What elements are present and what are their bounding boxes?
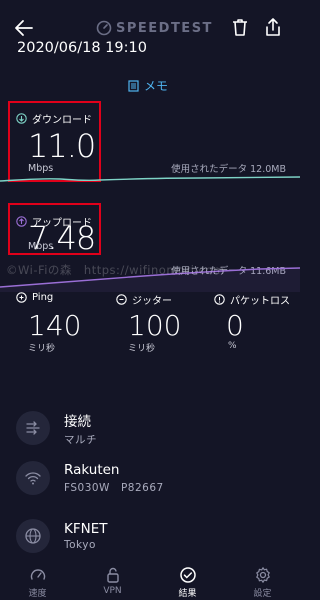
connections-row: 接続 マルチ xyxy=(16,408,286,448)
nav-settings[interactable]: 設定 xyxy=(225,560,300,600)
download-value: 11.0 xyxy=(28,127,96,165)
packet-loss-stat: パケットロス xyxy=(214,292,290,307)
nav-settings-label: 設定 xyxy=(253,589,272,599)
nav-results-label: 結果 xyxy=(178,589,197,599)
provider-location: Tokyo xyxy=(64,539,96,551)
ping-stat: Ping xyxy=(16,292,53,303)
server-detail: FS030W P82667 xyxy=(64,481,164,494)
memo-icon xyxy=(128,79,139,92)
nav-vpn-label: VPN xyxy=(103,586,122,596)
app-name: SPEEDTEST xyxy=(116,20,213,36)
jitter-value: 100 xyxy=(128,309,182,342)
share-icon[interactable] xyxy=(262,16,284,38)
nav-speed-label: 速度 xyxy=(28,589,47,599)
download-label: ダウンロード xyxy=(32,115,92,126)
download-arrow-icon xyxy=(16,113,27,124)
trash-icon[interactable] xyxy=(229,16,251,38)
ping-unit: ミリ秒 xyxy=(28,344,56,354)
check-circle-icon xyxy=(179,567,196,583)
connections-value: マルチ xyxy=(64,433,97,446)
packet-loss-label-row: パケットロス xyxy=(214,292,290,307)
download-metric: ダウンロード xyxy=(16,111,92,126)
packet-loss-label: パケットロス xyxy=(230,296,290,307)
bottom-nav: 速度 VPN 結果 設定 xyxy=(0,560,300,600)
nav-results[interactable]: 結果 xyxy=(150,560,225,600)
provider-row: KFNET Tokyo xyxy=(16,516,286,556)
jitter-icon xyxy=(116,294,127,305)
server-name: Rakuten xyxy=(64,461,120,478)
download-speed-graph xyxy=(0,176,300,182)
nav-vpn[interactable]: VPN xyxy=(75,560,150,600)
connections-label: 接続 xyxy=(64,413,91,430)
test-datetime: 2020/06/18 19:10 xyxy=(17,40,147,56)
memo-link[interactable]: メモ xyxy=(128,77,168,94)
ping-label: Ping xyxy=(32,292,54,303)
ping-icon xyxy=(16,292,27,303)
packet-loss-icon xyxy=(214,294,225,305)
back-arrow-icon[interactable] xyxy=(12,16,36,40)
packet-loss-unit: % xyxy=(228,341,237,351)
speedometer-icon xyxy=(30,569,45,580)
wifi-icon xyxy=(16,461,50,495)
upload-arrow-icon xyxy=(16,216,27,227)
jitter-label: ジッター xyxy=(132,296,172,307)
packet-loss-value: 0 xyxy=(226,309,244,342)
lock-icon xyxy=(106,567,119,583)
jitter-stat: ジッター xyxy=(116,292,172,307)
upload-unit: Mbps xyxy=(28,241,54,252)
connections-icon xyxy=(16,411,50,445)
ping-label-row: Ping xyxy=(16,292,53,303)
watermark: ©Wi-Fiの森 https://wifinomori.com xyxy=(6,263,225,277)
provider-name: KFNET xyxy=(64,521,108,537)
globe-icon xyxy=(16,519,50,553)
speedtest-logo-icon xyxy=(96,20,112,36)
app-brand: SPEEDTEST xyxy=(96,18,211,38)
ping-value: 140 xyxy=(28,309,82,342)
jitter-label-row: ジッター xyxy=(116,292,172,307)
server-row: Rakuten FS030W P82667 xyxy=(16,458,286,498)
memo-label: メモ xyxy=(144,79,169,93)
download-label-row: ダウンロード xyxy=(16,111,92,126)
jitter-unit: ミリ秒 xyxy=(128,344,156,354)
gear-icon xyxy=(255,567,270,583)
nav-speed[interactable]: 速度 xyxy=(0,560,75,600)
